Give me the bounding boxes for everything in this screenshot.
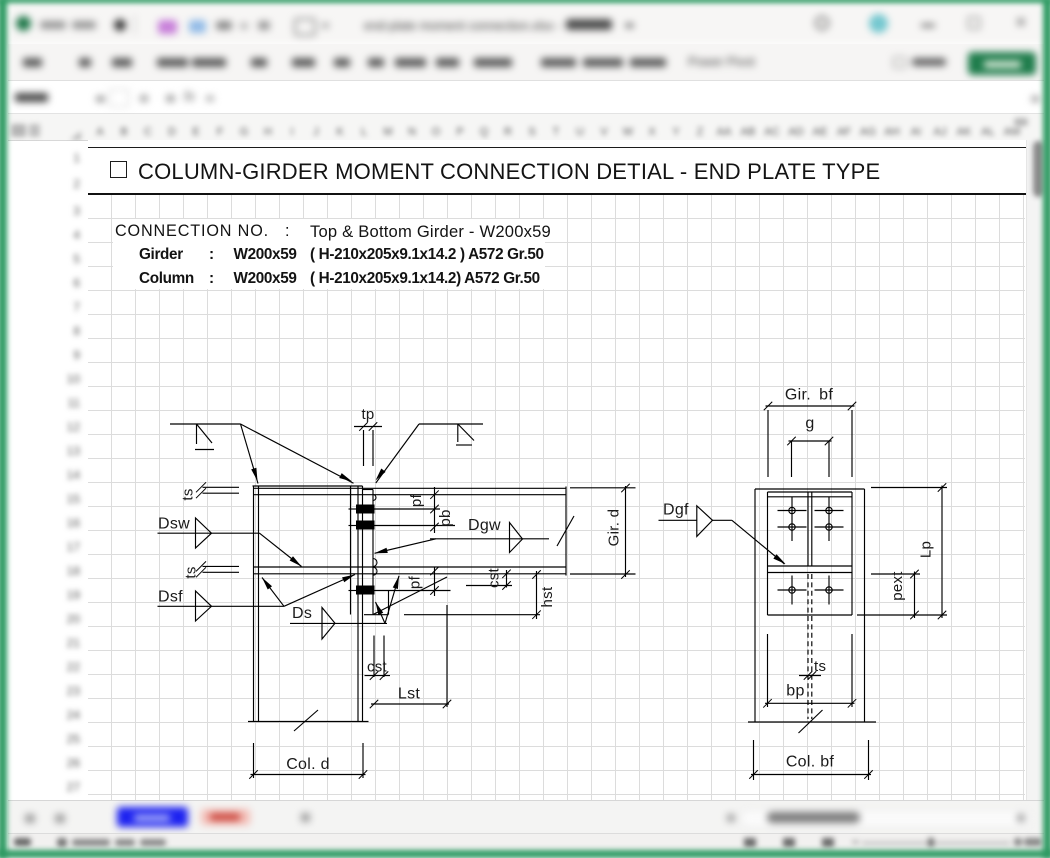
svg-text:tp: tp [361, 406, 374, 423]
svg-text:Col. d: Col. d [286, 756, 330, 773]
svg-text:Ds: Ds [292, 605, 312, 622]
svg-text:pf: pf [407, 575, 424, 589]
svg-text:Dgf: Dgf [663, 502, 689, 519]
svg-text:pb: pb [437, 509, 454, 526]
svg-text:Lp: Lp [918, 541, 935, 558]
svg-text:bp: bp [786, 683, 804, 700]
svg-text:g: g [805, 415, 814, 432]
svg-text:pext: pext [889, 571, 906, 601]
svg-text:ts: ts [814, 658, 826, 675]
svg-text:Gir. bf: Gir. bf [785, 387, 834, 404]
svg-text:hst: hst [539, 586, 556, 607]
svg-text:cst: cst [486, 567, 503, 588]
svg-text:cst: cst [367, 659, 388, 676]
svg-text:Dgw: Dgw [468, 517, 501, 534]
svg-text:Dsw: Dsw [158, 516, 190, 533]
svg-text:Gir. d: Gir. d [606, 509, 623, 547]
svg-text:Col. bf: Col. bf [786, 754, 835, 771]
svg-text:Dsf: Dsf [158, 589, 183, 606]
svg-text:ts: ts [180, 488, 197, 500]
svg-text:ts: ts [183, 566, 200, 578]
svg-text:pf: pf [408, 493, 425, 507]
svg-text:Lst: Lst [398, 686, 420, 703]
